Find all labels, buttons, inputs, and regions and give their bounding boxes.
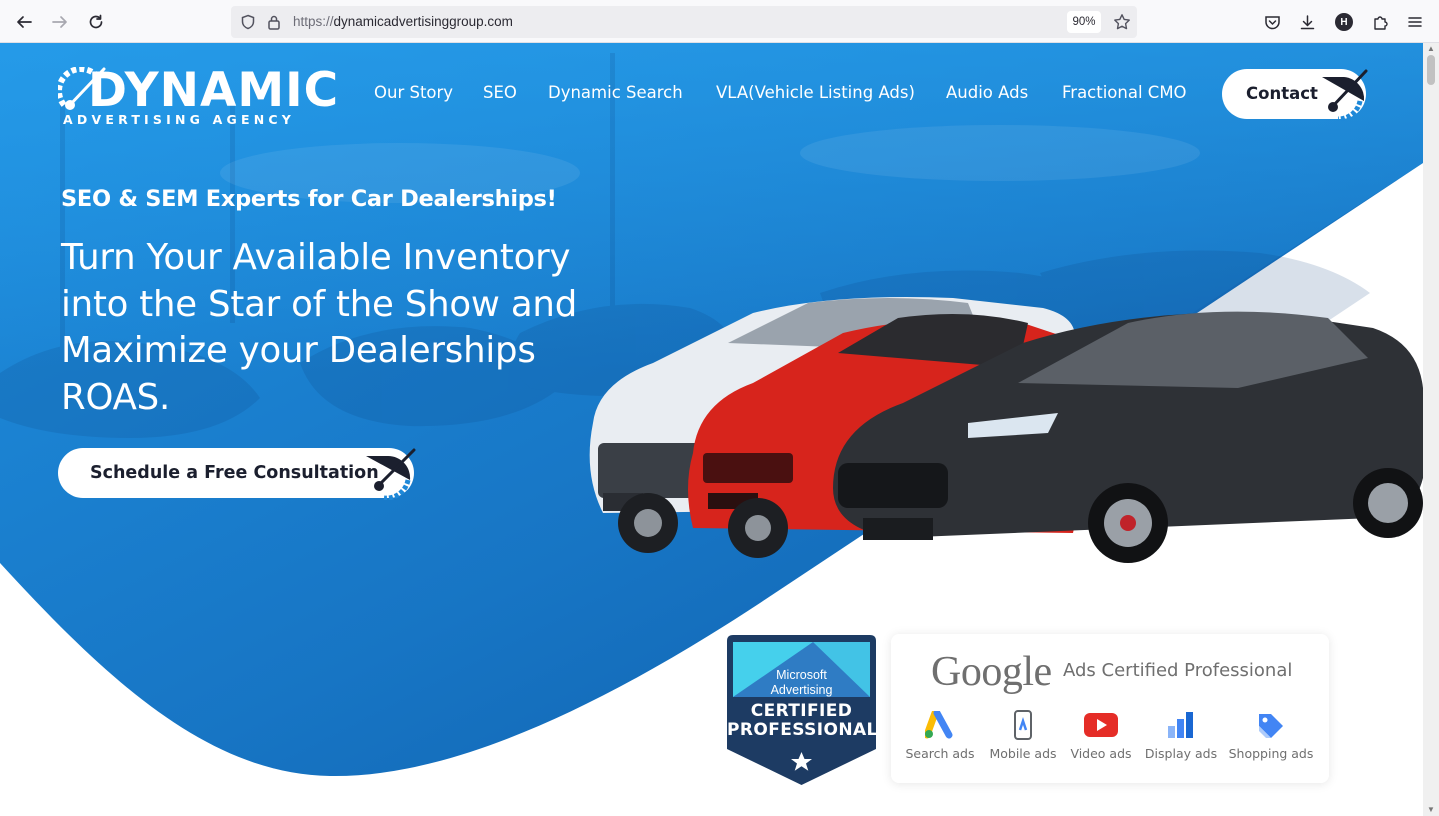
ms-line2: Advertising (770, 683, 833, 697)
google-badge-subtitle: Ads Certified Professional (1063, 660, 1293, 681)
mobile-ads-label: Mobile ads (989, 746, 1057, 761)
page-scrollbar[interactable]: ▲ ▼ (1423, 43, 1439, 816)
shopping-tag-icon (1226, 709, 1316, 741)
shopping-ads-item: Shopping ads (1226, 709, 1316, 769)
display-ads-item: Display ads (1136, 709, 1226, 769)
extensions-puzzle-icon[interactable] (1369, 11, 1391, 33)
nav-audio-ads[interactable]: Audio Ads (946, 83, 1028, 107)
speedometer-icon (366, 448, 416, 500)
ms-badge-text-bottom: CERTIFIED PROFESSIONAL (727, 701, 878, 740)
lock-icon[interactable] (264, 12, 284, 32)
forward-arrow-icon[interactable] (48, 10, 72, 34)
hero-tagline: SEO & SEM Experts for Car Dealerships! (61, 186, 557, 212)
search-ads-label: Search ads (905, 746, 975, 761)
account-initial: H (1335, 13, 1353, 31)
account-avatar[interactable]: H (1333, 11, 1355, 33)
download-icon[interactable] (1296, 11, 1318, 33)
schedule-consultation-button[interactable]: Schedule a Free Consultation (58, 448, 416, 500)
microsoft-certified-badge: Microsoft Advertising CERTIFIED PROFESSI… (727, 635, 878, 785)
google-ads-certified-badge: Google Ads Certified Professional Search… (891, 634, 1329, 783)
nav-our-story[interactable]: Our Story (374, 83, 453, 107)
ms-badge-text-top: Microsoft Advertising (727, 668, 876, 698)
contact-button[interactable]: Contact (1222, 69, 1368, 121)
web-page: DYNAMIC ADVERTISING AGENCY Our Story SEO… (0, 43, 1423, 816)
video-play-icon (1056, 709, 1146, 741)
video-ads-item: Video ads (1056, 709, 1146, 769)
shield-icon[interactable] (238, 12, 258, 32)
ms-line1: Microsoft (776, 668, 827, 682)
logo-subtitle: ADVERTISING AGENCY (63, 112, 295, 127)
scroll-down-arrow-icon[interactable]: ▼ (1426, 805, 1436, 815)
cta-label: Schedule a Free Consultation (90, 463, 379, 483)
video-ads-label: Video ads (1070, 746, 1132, 761)
bookmark-star-icon[interactable] (1111, 11, 1133, 33)
url-scheme: https:// (293, 14, 334, 29)
shopping-ads-label: Shopping ads (1228, 746, 1314, 761)
url-text[interactable]: https://dynamicadvertisinggroup.com (293, 14, 513, 29)
pocket-icon[interactable] (1261, 11, 1283, 33)
url-host: dynamicadvertisinggroup.com (333, 14, 513, 29)
mobile-phone-icon (978, 709, 1068, 741)
reload-icon[interactable] (84, 10, 108, 34)
cars-image (589, 297, 1423, 563)
address-bar[interactable]: https://dynamicadvertisinggroup.com 90% (231, 6, 1137, 38)
back-arrow-icon[interactable] (12, 10, 36, 34)
nav-dynamic-search[interactable]: Dynamic Search (548, 83, 683, 107)
mobile-ads-item: Mobile ads (978, 709, 1068, 769)
menu-hamburger-icon[interactable] (1404, 11, 1426, 33)
google-ads-logo-icon (895, 709, 985, 741)
speedometer-icon (1322, 69, 1368, 121)
display-bars-icon (1136, 709, 1226, 741)
ms-line3: CERTIFIED (750, 701, 853, 721)
browser-toolbar: https://dynamicadvertisinggroup.com 90% … (0, 0, 1439, 43)
logo-wordmark: DYNAMIC (88, 63, 340, 118)
contact-button-label: Contact (1246, 84, 1318, 103)
site-logo[interactable]: DYNAMIC ADVERTISING AGENCY (58, 65, 338, 127)
google-wordmark: Google (931, 649, 1052, 695)
scroll-up-arrow-icon[interactable]: ▲ (1426, 44, 1436, 54)
search-ads-item: Search ads (895, 709, 985, 769)
nav-seo[interactable]: SEO (483, 83, 517, 107)
scrollbar-thumb[interactable] (1427, 55, 1435, 85)
nav-fractional-cmo[interactable]: Fractional CMO (1062, 83, 1187, 107)
display-ads-label: Display ads (1144, 746, 1218, 761)
zoom-level-badge[interactable]: 90% (1067, 11, 1101, 33)
ms-line4: PROFESSIONAL (727, 720, 878, 740)
nav-vla[interactable]: VLA(Vehicle Listing Ads) (716, 83, 915, 107)
hero-headline: Turn Your Available Inventory into the S… (61, 237, 578, 418)
